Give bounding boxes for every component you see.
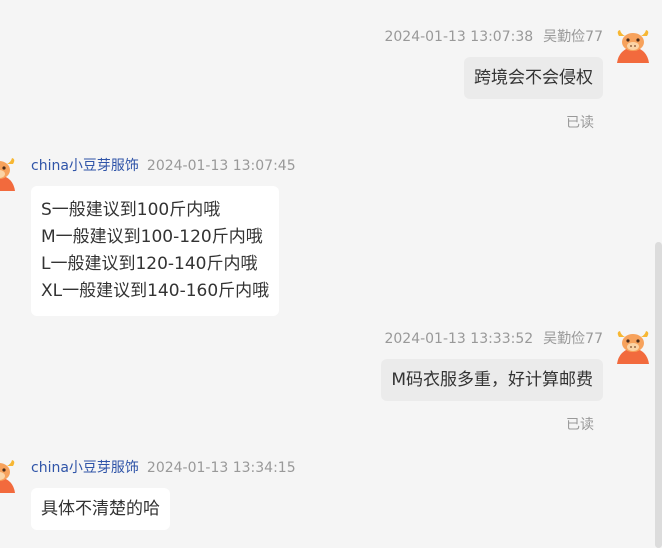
read-status: 已读 — [566, 417, 594, 433]
message-meta: china小豆芽服饰 2024-01-13 13:07:45 — [31, 155, 296, 175]
sender-name: 吴勤俭77 — [543, 331, 603, 347]
cartoon-bull-avatar-icon — [617, 331, 649, 364]
message-meta: 2024-01-13 13:33:52 吴勤俭77 — [384, 328, 603, 348]
message-meta: china小豆芽服饰 2024-01-13 13:34:15 — [31, 457, 296, 477]
message-text: M码衣服多重，好计算邮费 — [391, 370, 593, 390]
message-timestamp: 2024-01-13 13:07:45 — [146, 158, 296, 174]
cartoon-bull-avatar-icon — [0, 460, 15, 493]
seller-name[interactable]: china小豆芽服饰 — [31, 460, 139, 476]
message-bubble-incoming[interactable]: 具体不清楚的哈 — [31, 488, 170, 530]
sender-name: 吴勤俭77 — [543, 29, 603, 45]
message-bubble-outgoing[interactable]: M码衣服多重，好计算邮费 — [381, 359, 603, 401]
cartoon-bull-avatar-icon — [0, 158, 15, 191]
user-avatar[interactable] — [615, 27, 651, 63]
read-status: 已读 — [566, 115, 594, 131]
message-line: M一般建议到100-120斤内哦 — [41, 227, 263, 247]
message-line: L一般建议到120-140斤内哦 — [41, 254, 258, 274]
seller-name[interactable]: china小豆芽服饰 — [31, 158, 139, 174]
message-bubble-outgoing[interactable]: 跨境会不会侵权 — [464, 57, 603, 99]
message-line: S一般建议到100斤内哦 — [41, 200, 221, 220]
cartoon-bull-avatar-icon — [617, 30, 649, 63]
message-timestamp: 2024-01-13 13:34:15 — [146, 460, 296, 476]
chat-message-list[interactable]: 2024-01-13 13:07:38 吴勤俭77 跨境会不会侵权 已读 chi… — [0, 0, 662, 548]
scrollbar-thumb[interactable] — [655, 242, 662, 548]
message-timestamp: 2024-01-13 13:07:38 — [384, 29, 534, 45]
message-meta: 2024-01-13 13:07:38 吴勤俭77 — [384, 26, 603, 46]
message-text: 跨境会不会侵权 — [474, 68, 593, 88]
user-avatar[interactable] — [615, 328, 651, 364]
message-timestamp: 2024-01-13 13:33:52 — [384, 331, 534, 347]
message-bubble-incoming[interactable]: S一般建议到100斤内哦 M一般建议到100-120斤内哦 L一般建议到120-… — [31, 186, 280, 316]
message-line: XL一般建议到140-160斤内哦 — [41, 281, 270, 301]
seller-avatar[interactable] — [0, 457, 17, 493]
message-text: 具体不清楚的哈 — [41, 499, 160, 519]
seller-avatar[interactable] — [0, 155, 17, 191]
